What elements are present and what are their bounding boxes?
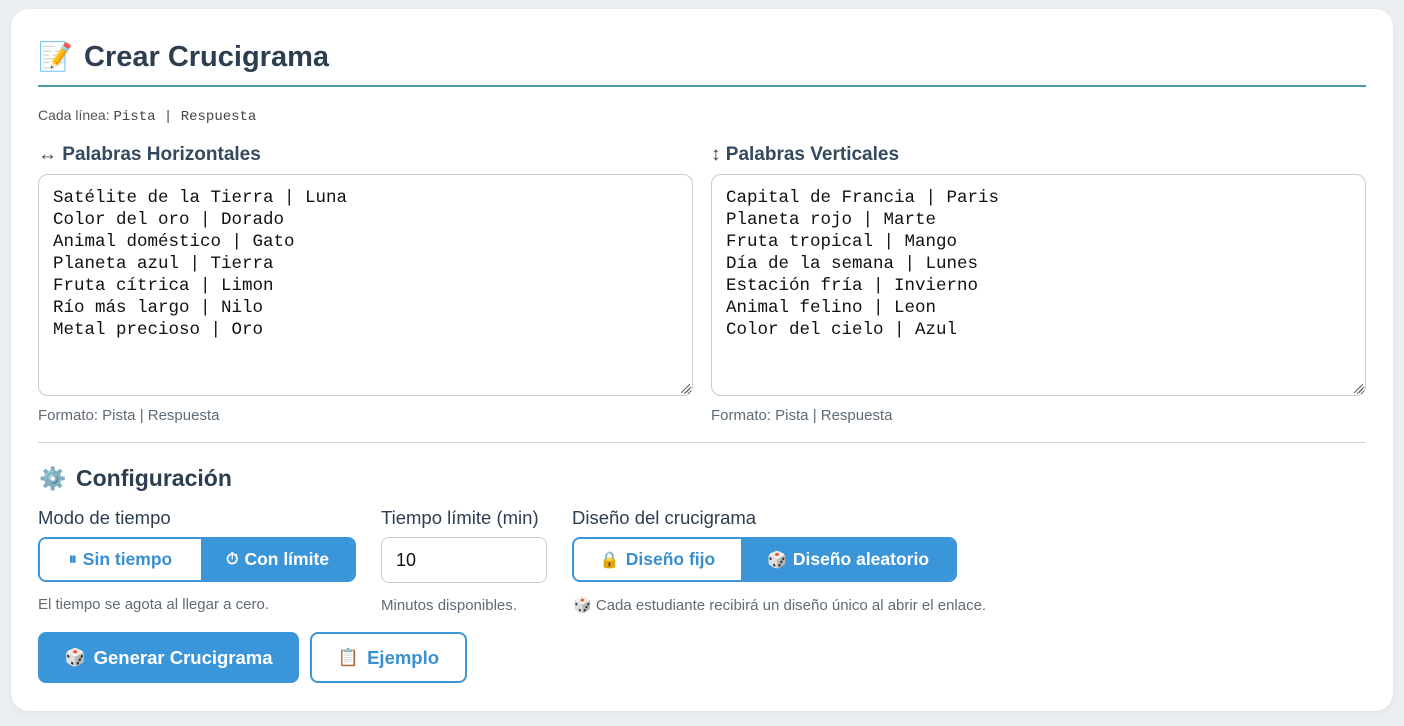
time-mode-label: Modo de tiempo <box>38 507 171 528</box>
time-mode-with-limit-button[interactable]: ⏱ Con límite <box>201 539 354 580</box>
generate-crossword-label: Generar Crucigrama <box>93 646 273 668</box>
time-limit-label: Tiempo límite (min) <box>381 507 539 528</box>
example-label: Ejemplo <box>367 646 440 668</box>
page-title: Crear Crucigrama <box>84 41 329 73</box>
vertical-words-textarea[interactable]: Capital de Francia | Paris Planeta rojo … <box>711 174 1366 396</box>
horizontal-words-textarea[interactable]: Satélite de la Tierra | Luna Color del o… <box>38 174 693 396</box>
time-limit-help: Minutos disponibles. <box>381 597 517 614</box>
crossword-form-card: 📝 Crear Crucigrama Cada línea: Pista | R… <box>11 9 1393 711</box>
format-hint-code: Pista | Respuesta <box>113 109 257 125</box>
memo-icon: 📝 <box>38 41 73 72</box>
dice-icon: 🎲 <box>573 597 592 614</box>
vertical-words-wrap: Capital de Francia | Paris Planeta rojo … <box>711 174 1366 396</box>
config-section-title: ⚙️ Configuración <box>38 465 232 492</box>
horizontal-format-note: Formato: Pista | Respuesta <box>38 407 220 424</box>
format-hint-prefix: Cada línea: <box>38 107 110 123</box>
design-help: 🎲 Cada estudiante recibirá un diseño úni… <box>573 596 986 614</box>
design-label: Diseño del crucigrama <box>572 507 757 528</box>
design-fixed-button[interactable]: 🔒 Diseño fijo <box>574 539 741 580</box>
lock-icon: 🔒 <box>599 551 620 569</box>
design-random-label: Diseño aleatorio <box>792 549 930 569</box>
time-mode-with-limit-label: Con límite <box>244 549 330 569</box>
pause-icon: ⏸ <box>68 550 77 568</box>
dice-icon: 🎲 <box>766 551 787 569</box>
horizontal-words-label: ↔ Palabras Horizontales <box>38 144 261 166</box>
horizontal-words-label-text: Palabras Horizontales <box>62 144 261 165</box>
horizontal-words-wrap: Satélite de la Tierra | Luna Color del o… <box>38 174 693 396</box>
time-mode-no-limit-label: Sin tiempo <box>82 549 173 569</box>
design-fixed-label: Diseño fijo <box>625 549 716 569</box>
vertical-words-label: ↕ Palabras Verticales <box>711 144 899 166</box>
horizontal-arrows-icon: ↔ <box>38 144 57 165</box>
time-mode-toggle: ⏸ Sin tiempo ⏱ Con límite <box>38 537 356 582</box>
config-title: Configuración <box>76 465 232 491</box>
gear-icon: ⚙️ <box>39 465 67 491</box>
clipboard-icon: 📋 <box>337 647 360 667</box>
design-help-text: Cada estudiante recibirá un diseño único… <box>595 597 987 614</box>
dice-icon: 🎲 <box>64 647 86 667</box>
generate-crossword-button[interactable]: 🎲 Generar Crucigrama <box>38 632 299 683</box>
design-toggle: 🔒 Diseño fijo 🎲 Diseño aleatorio <box>572 537 957 582</box>
page-header: 📝 Crear Crucigrama <box>38 39 1366 87</box>
vertical-words-label-text: Palabras Verticales <box>725 144 900 165</box>
format-hint: Cada línea: Pista | Respuesta <box>38 107 256 125</box>
design-random-button[interactable]: 🎲 Diseño aleatorio <box>741 539 955 580</box>
vertical-arrows-icon: ↕ <box>711 144 721 165</box>
section-divider <box>38 442 1366 443</box>
time-mode-no-limit-button[interactable]: ⏸ Sin tiempo <box>40 539 201 580</box>
timer-icon: ⏱ <box>225 550 239 568</box>
example-button[interactable]: 📋 Ejemplo <box>310 632 467 683</box>
time-limit-input[interactable] <box>381 537 547 583</box>
time-mode-help: El tiempo se agota al llegar a cero. <box>38 596 269 613</box>
vertical-format-note: Formato: Pista | Respuesta <box>711 407 893 424</box>
